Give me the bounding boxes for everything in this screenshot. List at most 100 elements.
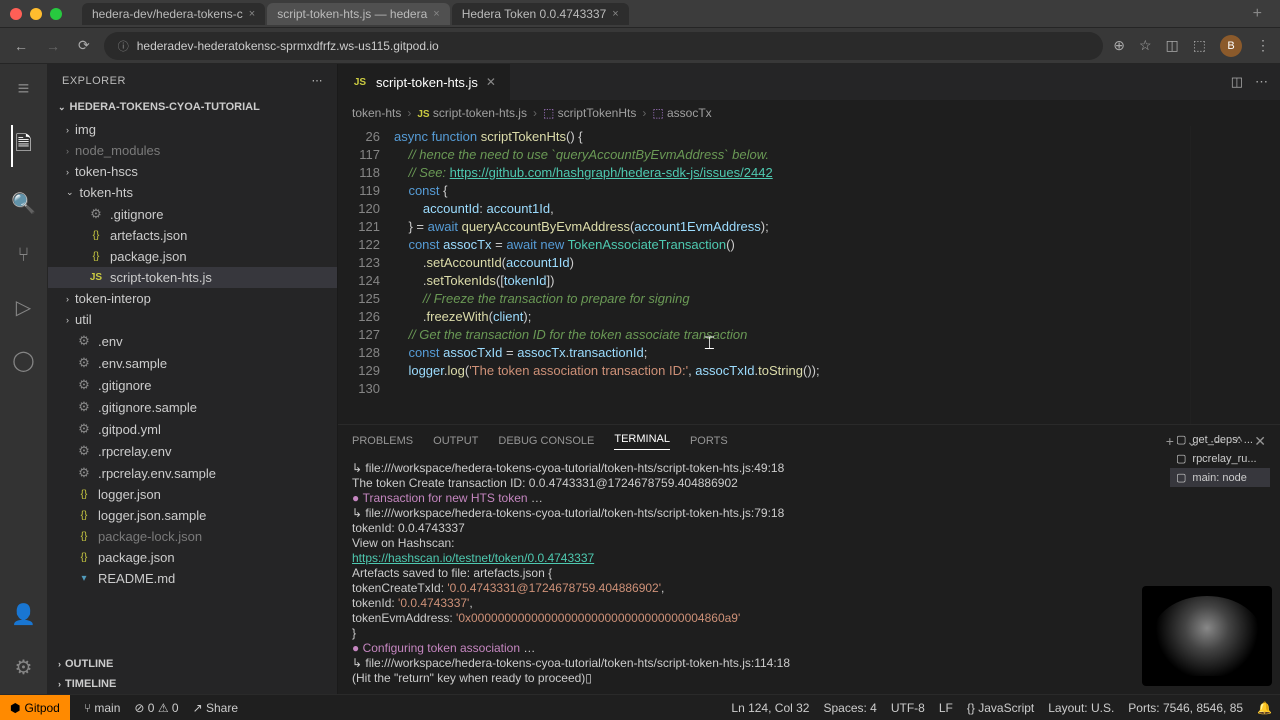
keyboard-layout[interactable]: Layout: U.S.: [1048, 701, 1114, 715]
split-editor-icon[interactable]: ◫: [1231, 74, 1243, 90]
file-item[interactable]: ⚙.gitignore: [48, 203, 337, 225]
panel-tab[interactable]: TERMINAL: [614, 433, 670, 450]
forward-button[interactable]: →: [42, 34, 64, 58]
browser-tab[interactable]: script-token-hts.js — hedera×: [267, 3, 450, 25]
file-item[interactable]: {}artefacts.json: [48, 225, 337, 246]
folder-item[interactable]: ›node_modules: [48, 140, 337, 161]
close-tab-icon[interactable]: ✕: [486, 75, 496, 89]
profile-avatar[interactable]: B: [1220, 35, 1242, 57]
minimize-window[interactable]: [30, 8, 42, 20]
menu-icon[interactable]: ⋮: [1256, 37, 1270, 54]
file-item[interactable]: {}logger.json: [48, 484, 337, 505]
file-item[interactable]: {}package.json: [48, 246, 337, 267]
file-item[interactable]: ▾README.md: [48, 568, 337, 589]
js-file-icon: JS: [352, 77, 368, 88]
breadcrumb-item[interactable]: ⬚ assocTx: [652, 106, 711, 120]
terminal[interactable]: ↳ file:///workspace/hedera-tokens-cyoa-t…: [338, 457, 1280, 694]
bottom-panel: PROBLEMS OUTPUT DEBUG CONSOLE TERMINAL PORTS…: [338, 424, 1280, 694]
terminal-icon: ▢: [1176, 452, 1186, 465]
run-debug-icon[interactable]: ▷: [12, 291, 35, 324]
status-bar: ⬢ Gitpod ⑂ main ⊘ 0 ⚠ 0 ↗ Share Ln 124, …: [0, 694, 1280, 720]
reload-button[interactable]: ⟳: [74, 33, 94, 58]
site-info-icon[interactable]: ⓘ: [118, 38, 129, 54]
macos-titlebar: hedera-dev/hedera-tokens-c×script-token-…: [0, 0, 1280, 28]
file-item[interactable]: ⚙.gitignore.sample: [48, 396, 337, 418]
explorer-more-icon[interactable]: ⋯: [312, 74, 324, 87]
file-item[interactable]: JSscript-token-hts.js: [48, 267, 337, 288]
breadcrumb-item[interactable]: ⬚ scriptTokenHts: [543, 106, 636, 120]
extension2-icon[interactable]: ⬚: [1193, 37, 1206, 54]
editor-tabs: JS script-token-hts.js ✕ ◫ ⋯: [338, 64, 1280, 100]
close-tab-icon[interactable]: ×: [249, 8, 255, 20]
folder-item[interactable]: ›token-interop: [48, 288, 337, 309]
code-editor[interactable]: 2611711811912012112212312412512612712812…: [338, 126, 1280, 424]
maximize-window[interactable]: [50, 8, 62, 20]
terminal-icon: ▢: [1176, 471, 1186, 484]
account-icon[interactable]: 👤: [7, 598, 40, 631]
close-tab-icon[interactable]: ×: [612, 8, 618, 20]
panel-tab[interactable]: PROBLEMS: [352, 435, 413, 447]
terminal-instance[interactable]: ▢ get_deps: ...: [1170, 430, 1270, 449]
panel-tab[interactable]: OUTPUT: [433, 435, 478, 447]
file-item[interactable]: {}package.json: [48, 547, 337, 568]
breadcrumb-item[interactable]: token-hts: [352, 106, 401, 120]
file-item[interactable]: ⚙.gitignore: [48, 374, 337, 396]
menu-icon[interactable]: ≡: [14, 74, 34, 105]
close-window[interactable]: [10, 8, 22, 20]
share-button[interactable]: ↗ Share: [193, 701, 238, 715]
folder-item[interactable]: ›token-hscs: [48, 161, 337, 182]
outline-section[interactable]: ›OUTLINE: [48, 654, 337, 674]
ports[interactable]: Ports: 7546, 8546, 85: [1128, 701, 1243, 715]
branch-indicator[interactable]: ⑂ main: [84, 701, 121, 715]
editor-more-icon[interactable]: ⋯: [1255, 74, 1268, 90]
terminal-instance[interactable]: ▢ rpcrelay_ru...: [1170, 449, 1270, 468]
file-item[interactable]: {}logger.json.sample: [48, 505, 337, 526]
folder-item[interactable]: ›util: [48, 309, 337, 330]
indentation[interactable]: Spaces: 4: [823, 701, 876, 715]
panel-tab[interactable]: PORTS: [690, 435, 728, 447]
zoom-icon[interactable]: ⊕: [1113, 37, 1125, 54]
language-mode[interactable]: {} JavaScript: [967, 701, 1034, 715]
traffic-lights[interactable]: [10, 8, 62, 20]
file-item[interactable]: ⚙.rpcrelay.env.sample: [48, 462, 337, 484]
bookmark-icon[interactable]: ☆: [1139, 37, 1152, 54]
new-tab-button[interactable]: +: [1245, 5, 1270, 23]
breadcrumb-item[interactable]: JS script-token-hts.js: [417, 106, 527, 120]
back-button[interactable]: ←: [10, 34, 32, 58]
gitpod-button[interactable]: ⬢ Gitpod: [0, 695, 70, 720]
panel-tab[interactable]: DEBUG CONSOLE: [498, 435, 594, 447]
file-item[interactable]: ⚙.rpcrelay.env: [48, 440, 337, 462]
browser-toolbar: ← → ⟳ ⓘ hederadev-hederatokensc-sprmxdfr…: [0, 28, 1280, 64]
encoding[interactable]: UTF-8: [891, 701, 925, 715]
source-control-icon[interactable]: ⑂: [14, 240, 34, 271]
notifications-icon[interactable]: 🔔: [1257, 701, 1272, 715]
editor-tab[interactable]: JS script-token-hts.js ✕: [338, 64, 511, 100]
address-bar[interactable]: ⓘ hederadev-hederatokensc-sprmxdfrfz.ws-…: [104, 32, 1104, 60]
activity-bar: ≡ 🗎 🔍 ⑂ ▷ ◯ 👤 ⚙: [0, 64, 48, 694]
project-header[interactable]: ⌄ HEDERA-TOKENS-CYOA-TUTORIAL: [48, 97, 337, 117]
problems-indicator[interactable]: ⊘ 0 ⚠ 0: [134, 701, 178, 715]
github-icon[interactable]: ◯: [8, 344, 38, 377]
browser-tab[interactable]: hedera-dev/hedera-tokens-c×: [82, 3, 265, 25]
file-item[interactable]: ⚙.env.sample: [48, 352, 337, 374]
eol[interactable]: LF: [939, 701, 953, 715]
explorer-title: EXPLORER: [62, 75, 126, 87]
file-item[interactable]: {}package-lock.json: [48, 526, 337, 547]
url-text: hederadev-hederatokensc-sprmxdfrfz.ws-us…: [137, 39, 439, 53]
file-item[interactable]: ⚙.env: [48, 330, 337, 352]
browser-tab[interactable]: Hedera Token 0.0.4743337×: [452, 3, 629, 25]
close-tab-icon[interactable]: ×: [433, 8, 439, 20]
file-item[interactable]: ⚙.gitpod.yml: [48, 418, 337, 440]
terminal-instance[interactable]: ▢ main: node: [1170, 468, 1270, 487]
terminal-icon: ▢: [1176, 433, 1186, 446]
extension-icon[interactable]: ◫: [1166, 37, 1179, 54]
cursor-position[interactable]: Ln 124, Col 32: [731, 701, 809, 715]
settings-icon[interactable]: ⚙: [11, 651, 37, 684]
breadcrumb[interactable]: token-hts›JS script-token-hts.js›⬚ scrip…: [338, 100, 1280, 126]
timeline-section[interactable]: ›TIMELINE: [48, 674, 337, 694]
folder-item[interactable]: ›img: [48, 119, 337, 140]
folder-item[interactable]: ⌄token-hts: [48, 182, 337, 203]
minimap[interactable]: [1190, 126, 1280, 424]
explorer-icon[interactable]: 🗎: [11, 125, 35, 167]
search-icon[interactable]: 🔍: [7, 187, 40, 220]
